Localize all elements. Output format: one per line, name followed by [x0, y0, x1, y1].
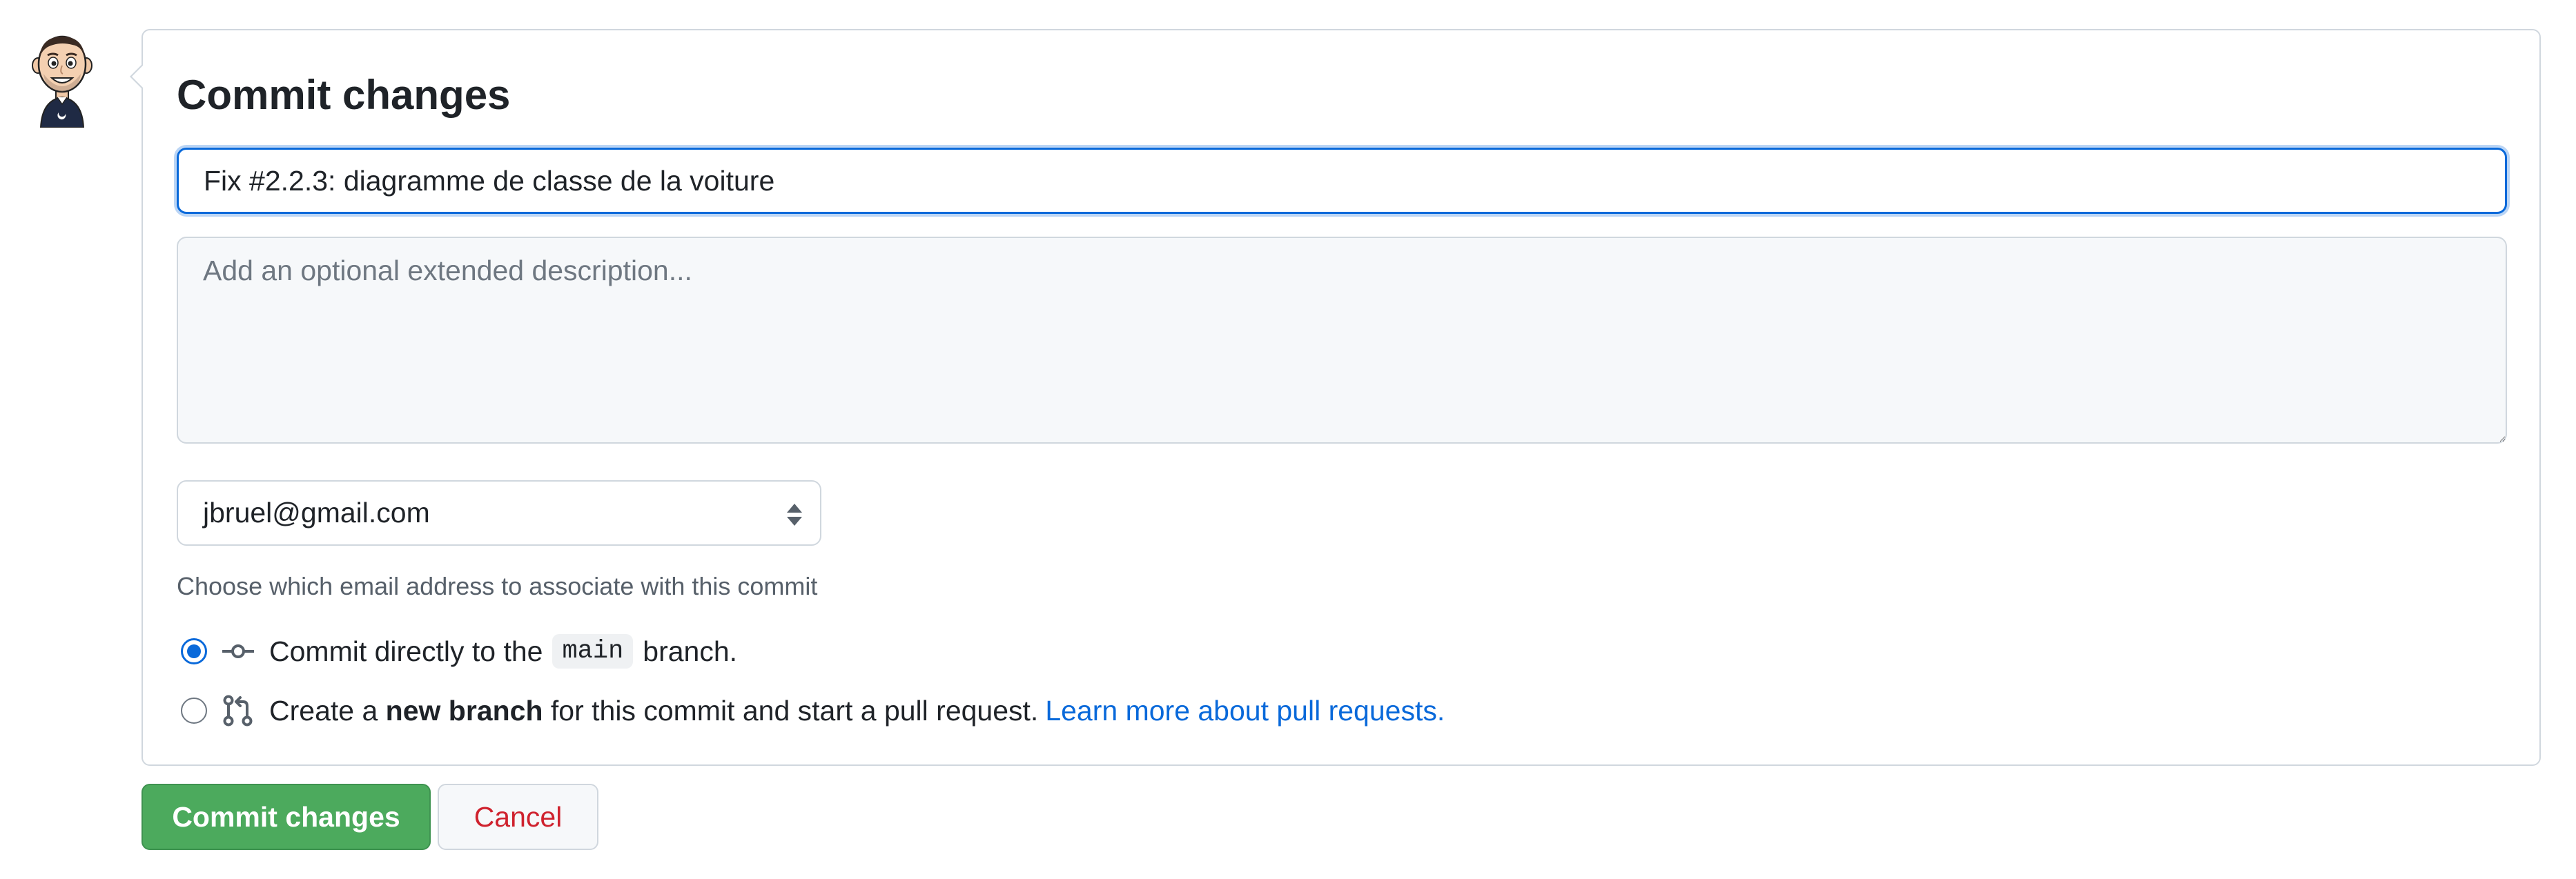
- new-branch-bold-text: new branch: [385, 694, 543, 727]
- commit-direct-radio[interactable]: [181, 638, 207, 664]
- commit-summary-input[interactable]: [177, 148, 2507, 214]
- learn-more-pull-requests-link[interactable]: Learn more about pull requests.: [1045, 695, 1445, 727]
- email-select-value: jbruel@gmail.com: [203, 497, 430, 529]
- page-title: Commit changes: [177, 72, 511, 118]
- commit-changes-button[interactable]: Commit changes: [142, 784, 431, 850]
- commit-direct-text-after: branch.: [643, 635, 738, 667]
- new-branch-radio[interactable]: [181, 698, 207, 724]
- email-hint: Choose which email address to associate …: [177, 572, 818, 600]
- panel-pointer: [130, 63, 144, 90]
- branch-name-chip: main: [552, 634, 634, 669]
- new-branch-text-before: Create a: [269, 694, 378, 727]
- git-commit-icon: [222, 644, 254, 658]
- commit-description-textarea[interactable]: [177, 237, 2507, 444]
- cancel-button[interactable]: Cancel: [438, 784, 598, 850]
- commit-direct-text-before: Commit directly to the: [269, 635, 543, 667]
- commit-panel: Commit changes jbruel@gmail.com Choose w…: [130, 29, 2541, 766]
- new-branch-text-after: for this commit and start a pull request…: [550, 694, 1039, 727]
- commit-direct-option[interactable]: Commit directly to the main branch.: [181, 631, 737, 672]
- git-pull-request-icon: [223, 695, 253, 727]
- select-arrows-icon: [787, 504, 802, 526]
- user-avatar-icon: [32, 35, 92, 128]
- email-select[interactable]: jbruel@gmail.com: [177, 480, 821, 546]
- new-branch-option[interactable]: Create a new branch for this commit and …: [181, 690, 1445, 731]
